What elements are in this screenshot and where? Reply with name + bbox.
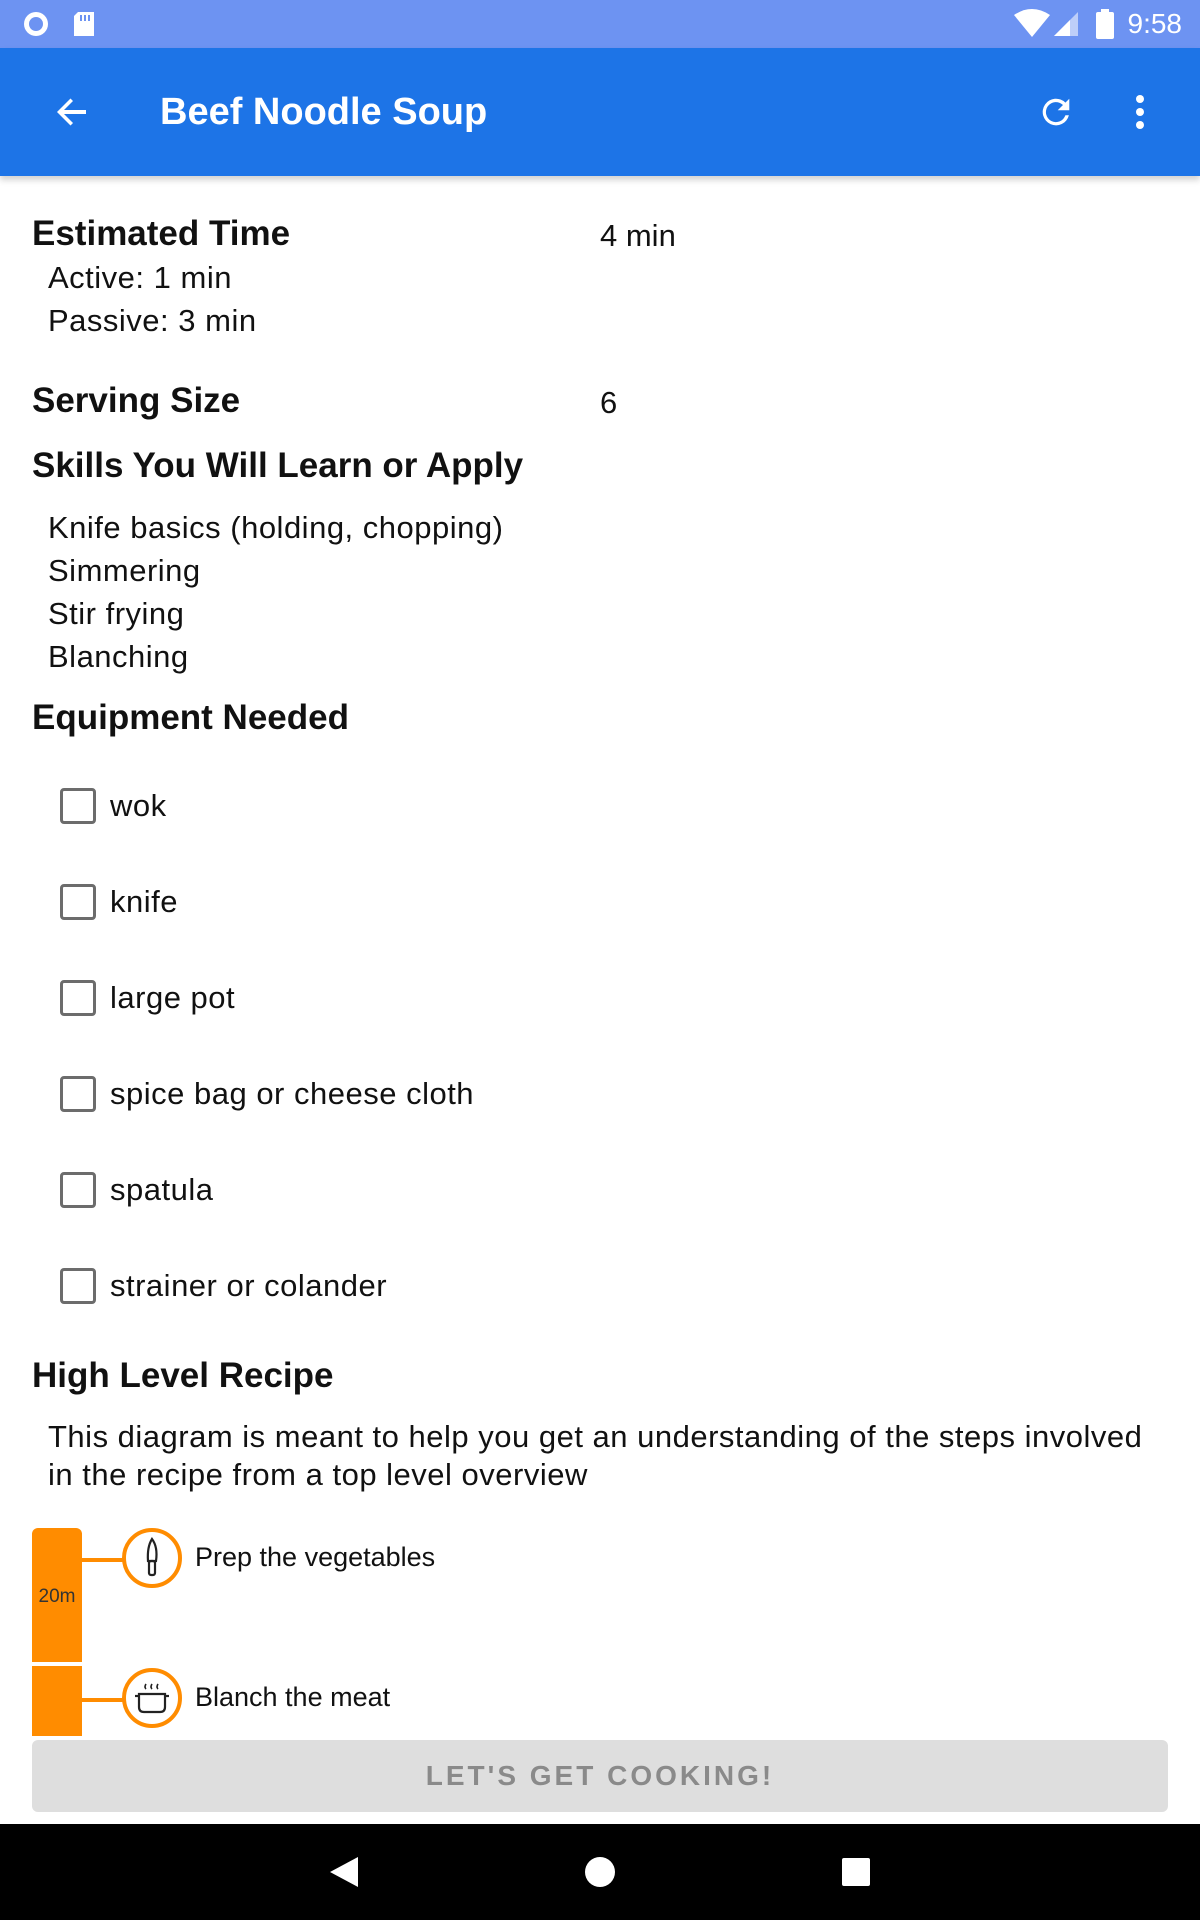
step-connector (82, 1698, 124, 1702)
nav-home-button[interactable] (560, 1842, 640, 1902)
refresh-icon (1042, 98, 1070, 126)
more-options-button[interactable] (1110, 80, 1170, 144)
nav-home-icon (585, 1857, 615, 1887)
timeline-segment: 20m (32, 1528, 82, 1662)
wifi-icon (1012, 0, 1052, 48)
recipe-diagram: 20m Prep the vegetables Blanch the meat (0, 1528, 1200, 1736)
nav-back-button[interactable] (304, 1842, 384, 1902)
app-bar: Beef Noodle Soup (0, 48, 1200, 176)
refresh-button[interactable] (1020, 80, 1092, 144)
equipment-item-spatula[interactable]: spatula (60, 1160, 213, 1220)
equipment-label: spatula (110, 1172, 214, 1207)
skill-item: Blanching (48, 639, 189, 674)
nav-recents-button[interactable] (816, 1842, 896, 1902)
status-bar: 9:58 (0, 0, 1200, 48)
page-title: Beef Noodle Soup (160, 91, 488, 133)
equipment-label: strainer or colander (110, 1268, 388, 1303)
checkbox[interactable] (60, 980, 96, 1016)
equipment-label: knife (110, 884, 178, 919)
knife-icon (146, 1537, 158, 1577)
step-label: Prep the vegetables (195, 1542, 436, 1572)
equipment-item-wok[interactable]: wok (60, 776, 167, 836)
status-time: 9:58 (1127, 8, 1183, 39)
equipment-heading: Equipment Needed (32, 698, 349, 737)
more-vert-icon (1136, 95, 1144, 129)
estimated-time-passive: Passive: 3 min (48, 303, 257, 338)
checkbox[interactable] (60, 884, 96, 920)
skill-item: Simmering (48, 553, 201, 588)
signal-icon (1050, 0, 1082, 48)
equipment-item-knife[interactable]: knife (60, 872, 178, 932)
high-level-recipe-heading: High Level Recipe (32, 1356, 334, 1395)
equipment-label: wok (110, 788, 167, 823)
recipe-overview: Estimated Time 4 min Active: 1 min Passi… (0, 176, 1200, 1736)
arrow-back-icon (57, 98, 86, 126)
checkbox[interactable] (60, 1172, 96, 1208)
checkbox[interactable] (60, 1076, 96, 1112)
step-circle (122, 1668, 182, 1728)
lets-get-cooking-button[interactable]: LET'S GET COOKING! (32, 1740, 1168, 1812)
high-level-recipe-description: This diagram is meant to help you get an… (48, 1419, 1143, 1492)
skill-item: Stir frying (48, 596, 185, 631)
step-label: Blanch the meat (195, 1682, 391, 1712)
nav-back-icon (330, 1857, 358, 1887)
sd-card-icon (70, 0, 98, 48)
timeline-segment (32, 1666, 82, 1736)
step-circle (122, 1528, 182, 1588)
estimated-time-heading: Estimated Time (32, 214, 291, 253)
equipment-label: spice bag or cheese cloth (110, 1076, 475, 1111)
serving-size-value: 6 (600, 385, 618, 420)
checkbox[interactable] (60, 788, 96, 824)
system-nav-bar (0, 1824, 1200, 1920)
checkbox[interactable] (60, 1268, 96, 1304)
duration-label: 20m (38, 1586, 76, 1607)
nav-recents-icon (842, 1858, 870, 1886)
equipment-item-large-pot[interactable]: large pot (60, 968, 235, 1028)
skills-heading: Skills You Will Learn or Apply (32, 446, 524, 485)
estimated-time-total: 4 min (600, 218, 676, 253)
battery-icon (1092, 0, 1118, 48)
skill-item: Knife basics (holding, chopping) (48, 510, 504, 545)
equipment-label: large pot (110, 980, 236, 1015)
record-icon (20, 0, 52, 48)
equipment-item-spice-bag[interactable]: spice bag or cheese cloth (60, 1064, 474, 1124)
serving-size-heading: Serving Size (32, 381, 241, 420)
equipment-item-strainer[interactable]: strainer or colander (60, 1256, 387, 1316)
steaming-pot-icon (135, 1683, 169, 1714)
step-connector (82, 1558, 124, 1562)
estimated-time-active: Active: 1 min (48, 260, 232, 295)
back-button[interactable] (36, 80, 108, 144)
